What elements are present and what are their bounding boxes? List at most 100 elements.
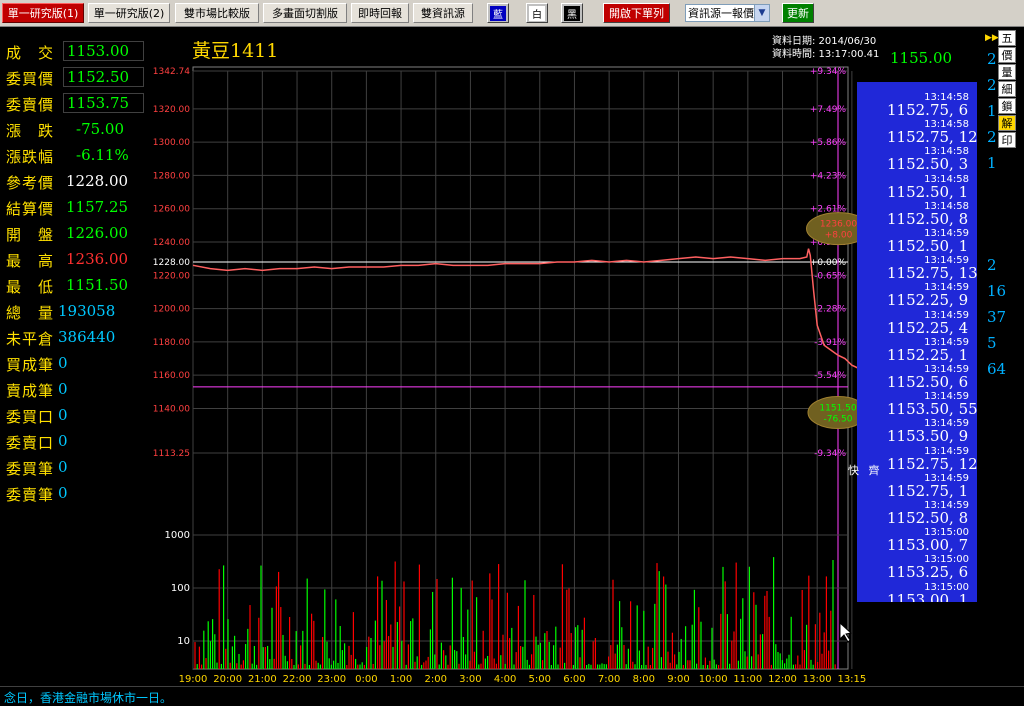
- side-volume: 64: [987, 360, 1007, 378]
- x-tick-label: 2:00: [425, 674, 447, 685]
- update-button[interactable]: 更新: [782, 3, 814, 23]
- vertical-tab[interactable]: 細: [998, 81, 1016, 97]
- price-tick-label: 1280.00: [153, 171, 190, 181]
- app-window: 單一研究版(1) 單一研究版(2) 雙市場比較版 多畫面切割版 即時回報 雙資訊…: [0, 0, 1024, 706]
- pct-tick-label: -2.28%: [814, 305, 846, 315]
- play-icon[interactable]: ▶▶: [985, 33, 999, 43]
- tick-price-volume: 1153.25, 6: [887, 563, 969, 582]
- source-select[interactable]: 資訊源一報價 ▼: [685, 4, 770, 22]
- tab-multi-screen[interactable]: 多畫面切割版: [263, 3, 347, 23]
- tick-row: 13:14:59 1152.50, 6: [857, 364, 977, 392]
- price-tick-label: 1220.00: [153, 271, 190, 281]
- vertical-tab[interactable]: 量: [998, 64, 1016, 80]
- tick-price-volume: 1152.50, 1: [887, 182, 969, 201]
- tick-row: 13:15:00 1153.00, 1: [857, 582, 977, 602]
- tick-row: 13:14:58 1152.50, 1: [857, 174, 977, 202]
- price-tick-label: 1113.25: [153, 449, 190, 459]
- fast-button[interactable]: 快: [848, 462, 859, 478]
- last-price: 1155.00: [890, 49, 953, 67]
- x-tick-label: 0:00: [355, 674, 377, 685]
- tick-price-volume: 1153.00, 1: [887, 590, 969, 602]
- status-bar: 念日，香港金融市場休市一日。: [0, 686, 1024, 706]
- open-order-bar-button[interactable]: 開啟下單列: [603, 3, 670, 23]
- toolbar: 單一研究版(1) 單一研究版(2) 雙市場比較版 多畫面切割版 即時回報 雙資訊…: [0, 0, 1024, 27]
- vertical-tab[interactable]: 鎖: [998, 98, 1016, 114]
- mouse-cursor-icon: [839, 621, 853, 643]
- price-tick-label: 1180.00: [153, 338, 190, 348]
- x-tick-label: 9:00: [667, 674, 689, 685]
- tick-row: 13:14:59 1152.25, 9: [857, 282, 977, 310]
- x-tick-label: 20:00: [213, 674, 242, 685]
- side-volume: 2: [987, 256, 997, 274]
- mini-buttons: 快 齊: [848, 462, 886, 478]
- side-volume: 1: [987, 102, 997, 120]
- volume-tick-label: 100: [171, 583, 190, 594]
- tick-price-volume: 1152.25, 1: [887, 345, 969, 364]
- tick-row: 13:14:58 1152.75, 6: [857, 92, 977, 120]
- pct-tick-label: +5.86%: [810, 138, 847, 148]
- chevron-down-icon[interactable]: ▼: [754, 5, 769, 21]
- side-volume: 2: [987, 128, 997, 146]
- tick-row: 13:14:59 1152.75, 13: [857, 255, 977, 283]
- tab-dual-source[interactable]: 雙資訊源: [413, 3, 473, 23]
- tick-row: 13:14:59 1153.50, 9: [857, 418, 977, 446]
- tick-row: 13:15:00 1153.25, 6: [857, 554, 977, 582]
- x-tick-label: 13:15: [837, 674, 866, 685]
- tick-price-volume: 1152.75, 12: [887, 454, 977, 473]
- side-volume: 16: [987, 282, 1007, 300]
- x-tick-label: 13:00: [803, 674, 832, 685]
- status-text: 念日，香港金融市場休市一日。: [4, 691, 173, 705]
- vertical-tabs: 五價量細鎖解印: [998, 30, 1016, 149]
- vertical-tab[interactable]: 價: [998, 47, 1016, 63]
- x-tick-label: 1:00: [390, 674, 412, 685]
- color-black-button[interactable]: 黑: [561, 3, 583, 23]
- tick-price-volume: 1153.50, 55: [887, 400, 977, 419]
- price-tick-label: 1228.00: [153, 258, 190, 268]
- high-annotation-price: 1236.00: [820, 220, 857, 230]
- tick-price-volume: 1152.75, 13: [887, 264, 977, 283]
- align-button[interactable]: 齊: [869, 462, 880, 478]
- high-annotation-change: +8.00: [825, 231, 853, 241]
- x-tick-label: 12:00: [768, 674, 797, 685]
- side-volume: 37: [987, 308, 1007, 326]
- tab-research-1[interactable]: 單一研究版(1): [2, 3, 84, 23]
- vertical-tab[interactable]: 印: [998, 132, 1016, 148]
- tick-price-volume: 1153.00, 7: [887, 536, 969, 555]
- price-tick-label: 1300.00: [153, 138, 190, 148]
- x-tick-label: 4:00: [494, 674, 516, 685]
- volume-tick-label: 1000: [165, 530, 190, 541]
- x-tick-label: 21:00: [248, 674, 277, 685]
- tab-research-2[interactable]: 單一研究版(2): [88, 3, 170, 23]
- x-tick-label: 6:00: [563, 674, 585, 685]
- tab-realtime-report[interactable]: 即時回報: [351, 3, 409, 23]
- tick-price-volume: 1152.75, 12: [887, 128, 977, 147]
- pct-tick-label: +0.00%: [810, 258, 847, 268]
- pct-tick-label: -5.54%: [814, 371, 846, 381]
- tick-price-volume: 1152.50, 3: [887, 155, 969, 174]
- tick-price-volume: 1152.50, 8: [887, 209, 969, 228]
- price-tick-label: 1240.00: [153, 238, 190, 248]
- color-white-button[interactable]: 白: [526, 3, 548, 23]
- tick-price-volume: 1152.75, 1: [887, 481, 969, 500]
- vertical-tab[interactable]: 五: [998, 30, 1016, 46]
- tick-price-volume: 1152.25, 4: [887, 318, 969, 337]
- vertical-tab[interactable]: 解: [998, 115, 1016, 131]
- tick-row: 13:14:59 1152.50, 1: [857, 228, 977, 256]
- tick-row: 13:14:59 1152.25, 4: [857, 310, 977, 338]
- x-tick-label: 7:00: [598, 674, 620, 685]
- x-tick-label: 3:00: [459, 674, 481, 685]
- tick-price-volume: 1152.75, 6: [887, 101, 969, 119]
- tab-dual-market[interactable]: 雙市場比較版: [175, 3, 259, 23]
- price-tick-label: 1342.74: [153, 67, 190, 77]
- tick-list[interactable]: 13:14:58 1152.75, 6 13:14:58 1152.75, 12 13:…: [857, 82, 977, 602]
- tick-row: 13:14:58 1152.50, 3: [857, 146, 977, 174]
- price-tick-label: 1140.00: [153, 404, 190, 414]
- page-title: 黃豆1411: [192, 40, 279, 62]
- low-annotation-change: -76.50: [823, 414, 852, 424]
- tick-row: 13:14:59 1152.25, 1: [857, 337, 977, 365]
- volume-tick-label: 10: [177, 636, 190, 647]
- color-blue-button[interactable]: 藍: [487, 3, 509, 23]
- x-tick-label: 8:00: [633, 674, 655, 685]
- low-annotation-price: 1151.50: [819, 403, 856, 413]
- tick-price-volume: 1152.25, 9: [887, 291, 969, 310]
